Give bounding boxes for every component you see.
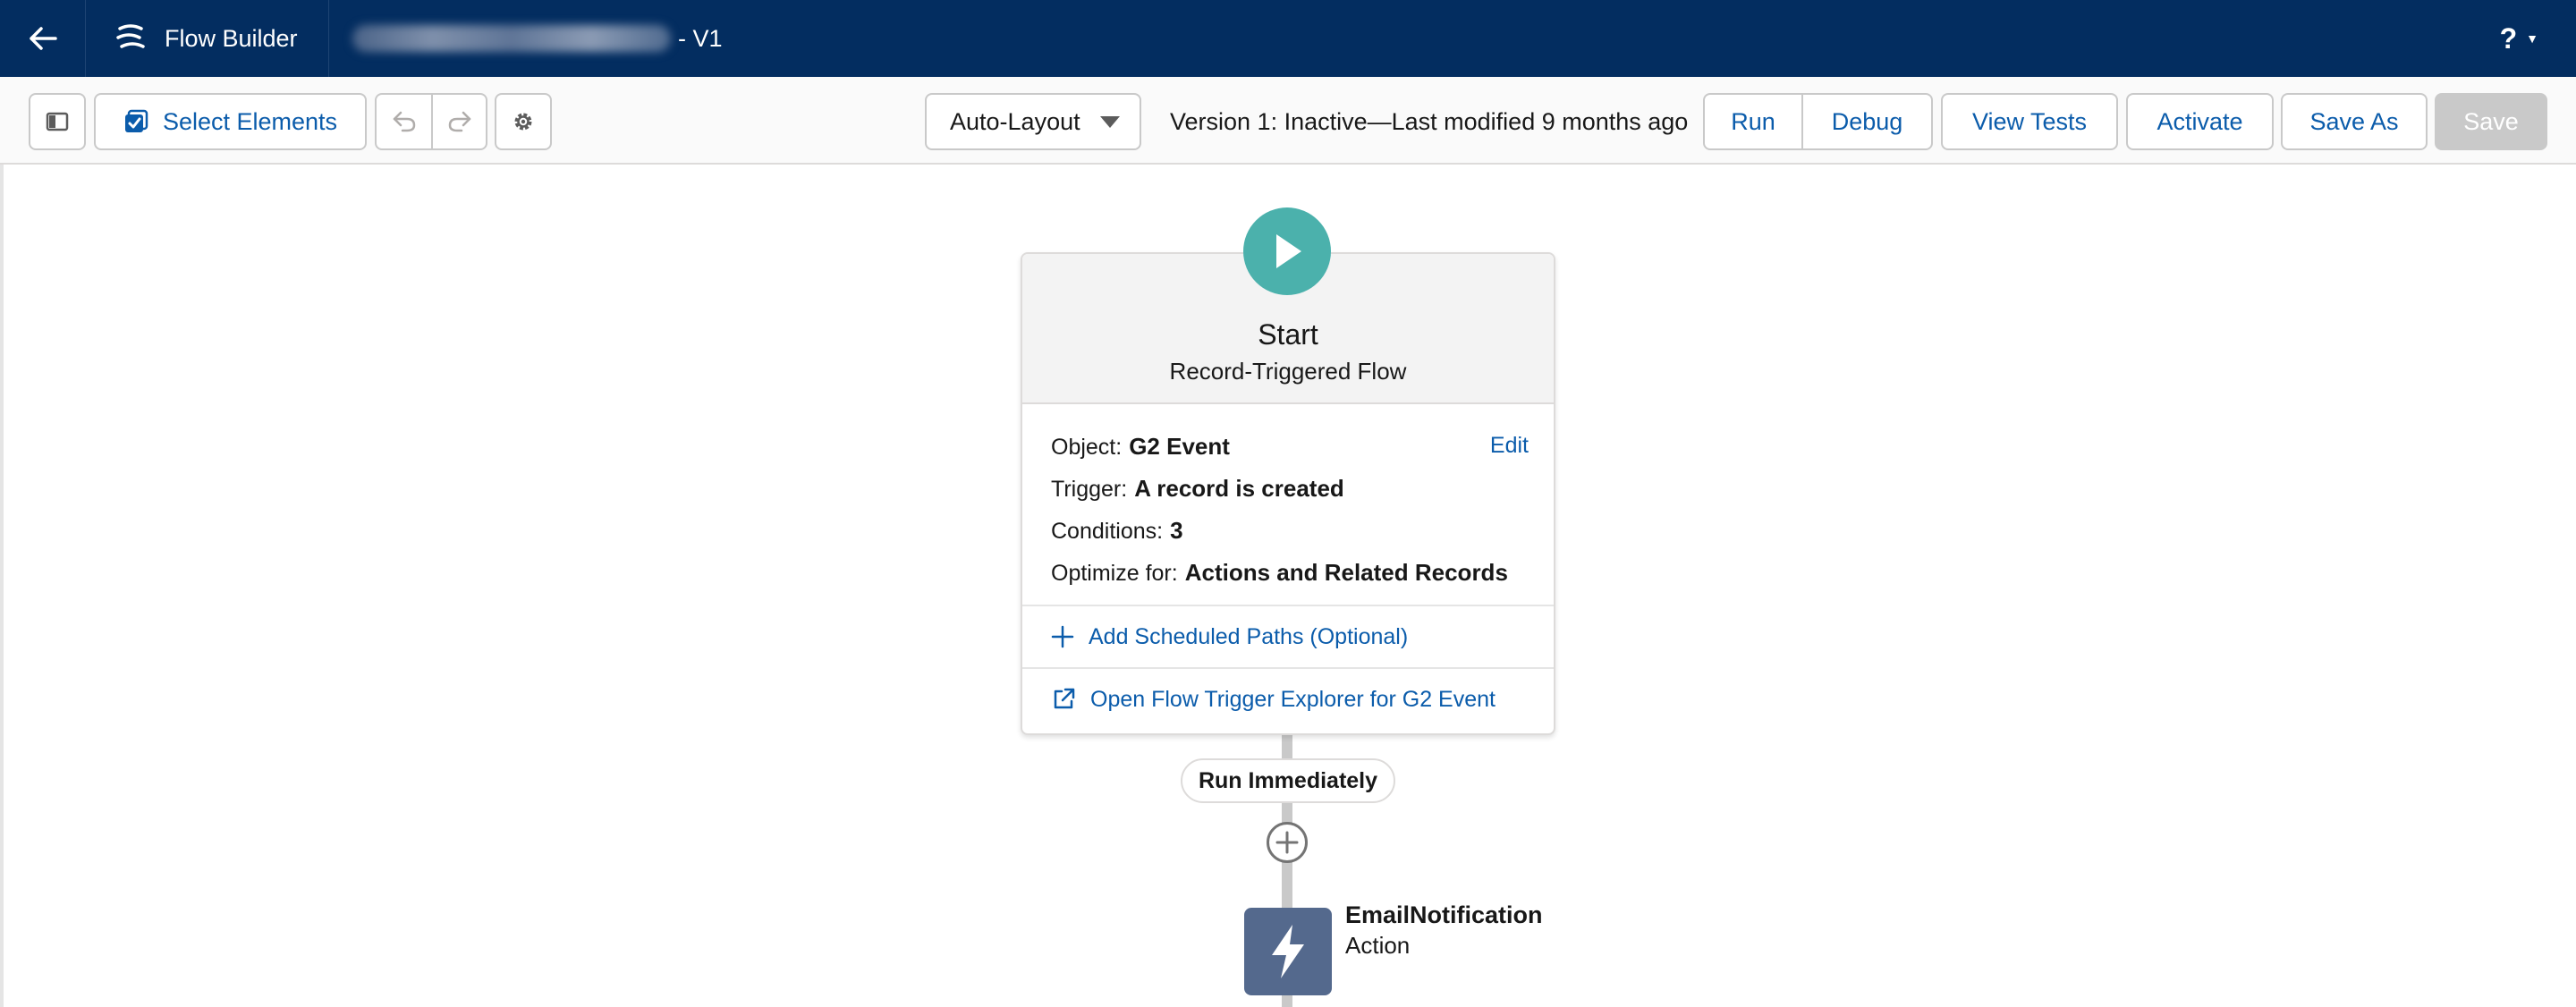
undo-button[interactable]	[375, 93, 433, 150]
start-element-card[interactable]: Start Record-Triggered Flow Edit Object:…	[1021, 252, 1555, 735]
flow-icon	[116, 24, 145, 48]
view-tests-label: View Tests	[1971, 107, 2088, 135]
redo-icon	[448, 111, 470, 132]
lightning-bolt-icon	[1272, 925, 1304, 978]
debug-button-label: Debug	[1831, 107, 1903, 135]
activate-button[interactable]: Activate	[2126, 93, 2274, 150]
conditions-label: Conditions:	[1051, 519, 1164, 544]
select-elements-label: Select Elements	[162, 107, 338, 135]
optimize-label: Optimize for:	[1051, 561, 1178, 586]
plus-icon	[1051, 625, 1074, 648]
debug-button[interactable]: Debug	[1803, 93, 1933, 150]
undo-icon	[393, 111, 415, 132]
sidebar-panel-icon	[46, 112, 69, 131]
open-trigger-explorer-link[interactable]: Open Flow Trigger Explorer for G2 Event	[1051, 681, 1496, 717]
flow-version-suffix: - V1	[678, 24, 723, 52]
chevron-down-icon	[1099, 115, 1120, 128]
layout-mode-value: Auto-Layout	[950, 107, 1080, 135]
start-subtitle: Record-Triggered Flow	[1169, 358, 1407, 385]
flow-title: - V1	[352, 0, 723, 77]
object-value: G2 Event	[1129, 433, 1230, 460]
run-button[interactable]: Run	[1703, 93, 1803, 150]
toolbar: Select Elements Auto-Layout Version 1: I…	[0, 77, 2576, 165]
redacted-flow-name	[352, 25, 671, 52]
trigger-label: Trigger:	[1051, 477, 1128, 502]
run-immediately-path-label: Run Immediately	[1181, 758, 1395, 803]
flow-settings-button[interactable]	[495, 93, 552, 150]
play-icon	[1276, 234, 1301, 268]
action-element-name[interactable]: EmailNotification	[1345, 901, 1543, 929]
save-button[interactable]: Save	[2435, 93, 2547, 150]
connector-line	[1282, 994, 1292, 1007]
add-element-button[interactable]	[1267, 822, 1308, 863]
save-as-button[interactable]: Save As	[2281, 93, 2428, 150]
save-as-label: Save As	[2309, 107, 2399, 135]
plus-icon	[1275, 831, 1299, 854]
redo-button[interactable]	[433, 93, 487, 150]
trigger-row: Trigger: A record is created	[1051, 475, 1344, 503]
card-divider	[1022, 667, 1554, 669]
version-status: Version 1: Inactive—Last modified 9 mont…	[1170, 107, 1689, 135]
arrow-left-icon	[29, 27, 57, 50]
run-button-label: Run	[1731, 107, 1775, 135]
chevron-down-icon: ▼	[2526, 31, 2538, 46]
object-row: Object: G2 Event	[1051, 433, 1230, 461]
help-icon: ?	[2499, 21, 2518, 55]
edit-start-link[interactable]: Edit	[1490, 433, 1529, 459]
start-title: Start	[1258, 318, 1318, 351]
open-trigger-explorer-label: Open Flow Trigger Explorer for G2 Event	[1090, 686, 1496, 712]
activate-label: Activate	[2157, 107, 2243, 135]
back-button[interactable]	[0, 0, 86, 77]
trigger-value: A record is created	[1134, 475, 1344, 502]
multi-select-checkbox-icon	[124, 109, 148, 132]
add-scheduled-paths-label: Add Scheduled Paths (Optional)	[1089, 623, 1409, 649]
card-divider	[1022, 605, 1554, 606]
connector-line	[1282, 862, 1292, 909]
layout-mode-dropdown[interactable]: Auto-Layout	[925, 93, 1141, 150]
top-header: Flow Builder - V1 ? ▼	[0, 0, 2576, 77]
object-label: Object:	[1051, 435, 1123, 460]
view-tests-button[interactable]: View Tests	[1941, 93, 2118, 150]
add-scheduled-paths-link[interactable]: Add Scheduled Paths (Optional)	[1051, 619, 1408, 655]
toggle-panel-button[interactable]	[29, 93, 86, 150]
connector-line	[1282, 733, 1292, 760]
canvas-left-border	[0, 165, 4, 1007]
app-name: Flow Builder	[165, 24, 298, 52]
external-link-icon	[1054, 688, 1075, 709]
action-element-type: Action	[1345, 932, 1411, 959]
conditions-value: 3	[1170, 517, 1183, 544]
optimize-row: Optimize for: Actions and Related Records	[1051, 559, 1508, 587]
gear-icon	[514, 113, 532, 131]
optimize-value: Actions and Related Records	[1184, 559, 1508, 586]
start-play-icon	[1243, 207, 1331, 295]
select-elements-button[interactable]: Select Elements	[94, 93, 367, 150]
app-title-section: Flow Builder	[86, 0, 329, 77]
conditions-row: Conditions: 3	[1051, 517, 1183, 545]
help-menu-button[interactable]: ? ▼	[2500, 0, 2538, 77]
save-label: Save	[2463, 107, 2519, 135]
action-element-node[interactable]	[1244, 908, 1332, 995]
